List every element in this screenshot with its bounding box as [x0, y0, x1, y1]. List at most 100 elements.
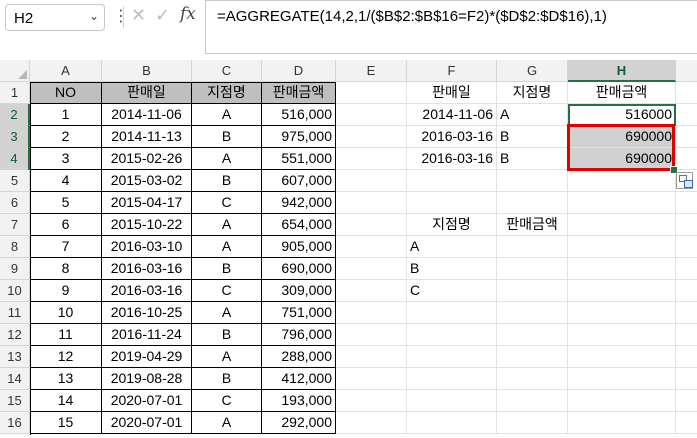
- table-cell[interactable]: 607,000: [262, 170, 336, 192]
- row-header-7[interactable]: 7: [0, 214, 30, 236]
- grid-cell[interactable]: [676, 82, 697, 104]
- table-cell[interactable]: 690,000: [262, 258, 336, 280]
- column-header-a[interactable]: A: [30, 60, 102, 82]
- name-box-value[interactable]: H2: [14, 10, 33, 27]
- lookup-cell[interactable]: 2016-03-16: [407, 148, 497, 170]
- check-icon[interactable]: ✓: [155, 5, 170, 26]
- table-cell[interactable]: 975,000: [262, 126, 336, 148]
- grid-cell[interactable]: [336, 302, 407, 324]
- grid-cell[interactable]: [676, 346, 697, 368]
- grid-cell[interactable]: [568, 236, 676, 258]
- grid-cell[interactable]: [497, 324, 568, 346]
- table-cell[interactable]: 292,000: [262, 412, 336, 434]
- table-cell[interactable]: 751,000: [262, 302, 336, 324]
- column-header-d[interactable]: D: [262, 60, 336, 82]
- grid-cell[interactable]: [336, 236, 407, 258]
- table-cell[interactable]: 2019-08-28: [102, 368, 192, 390]
- row-header-6[interactable]: 6: [0, 192, 30, 214]
- grid-cell[interactable]: [336, 214, 407, 236]
- table-cell[interactable]: A: [192, 214, 262, 236]
- table-cell[interactable]: 8: [30, 258, 102, 280]
- table-cell[interactable]: 2015-04-17: [102, 192, 192, 214]
- grid-cell[interactable]: [336, 346, 407, 368]
- grid-cell[interactable]: [336, 324, 407, 346]
- grid-cell[interactable]: [568, 412, 676, 434]
- grid-cell[interactable]: [407, 324, 497, 346]
- grid-cell[interactable]: [497, 280, 568, 302]
- table-cell[interactable]: 905,000: [262, 236, 336, 258]
- grid-cell[interactable]: [336, 368, 407, 390]
- table-cell[interactable]: C: [192, 280, 262, 302]
- grid-cell[interactable]: [676, 258, 697, 280]
- table-cell[interactable]: B: [192, 126, 262, 148]
- table-cell[interactable]: 1: [30, 104, 102, 126]
- row-header-1[interactable]: 1: [0, 82, 30, 104]
- row-header-2[interactable]: 2: [0, 104, 30, 126]
- grid-cell[interactable]: [676, 280, 697, 302]
- summary-header-cell[interactable]: 판매금액: [497, 214, 568, 236]
- summary-branch-cell[interactable]: A: [407, 236, 497, 258]
- table-cell[interactable]: 13: [30, 368, 102, 390]
- table-cell[interactable]: 2016-03-16: [102, 258, 192, 280]
- grid-cell[interactable]: [676, 368, 697, 390]
- lookup-header-cell[interactable]: 지점명: [497, 82, 568, 104]
- table-cell[interactable]: 2014-11-13: [102, 126, 192, 148]
- grid-cell[interactable]: [568, 302, 676, 324]
- table-cell[interactable]: C: [192, 390, 262, 412]
- grid-cell[interactable]: [497, 346, 568, 368]
- grid-cell[interactable]: [336, 390, 407, 412]
- grid-cell[interactable]: [336, 104, 407, 126]
- grid-cell[interactable]: [676, 192, 697, 214]
- row-header-15[interactable]: 15: [0, 390, 30, 412]
- grid-cell[interactable]: [497, 390, 568, 412]
- grid-cell[interactable]: [676, 390, 697, 412]
- table-cell[interactable]: 12: [30, 346, 102, 368]
- table-cell[interactable]: 2016-03-10: [102, 236, 192, 258]
- table-cell[interactable]: 2014-11-06: [102, 104, 192, 126]
- row-header-9[interactable]: 9: [0, 258, 30, 280]
- grid-cell[interactable]: [407, 390, 497, 412]
- row-header-8[interactable]: 8: [0, 236, 30, 258]
- table-cell[interactable]: A: [192, 412, 262, 434]
- result-cell[interactable]: 690000: [568, 148, 676, 170]
- formula-input[interactable]: =AGGREGATE(14,2,1/($B$2:$B$16=F2)*($D$2:…: [205, 0, 697, 54]
- lookup-header-cell[interactable]: 판매일: [407, 82, 497, 104]
- lookup-cell[interactable]: 2016-03-16: [407, 126, 497, 148]
- table-cell[interactable]: 2: [30, 126, 102, 148]
- table-header-cell[interactable]: 판매일: [102, 82, 192, 104]
- table-cell[interactable]: A: [192, 236, 262, 258]
- grid-cell[interactable]: [568, 192, 676, 214]
- table-cell[interactable]: 9: [30, 280, 102, 302]
- grid-cell[interactable]: [336, 170, 407, 192]
- grid-cell[interactable]: [568, 170, 676, 192]
- grid-cell[interactable]: [407, 368, 497, 390]
- lookup-cell[interactable]: 2014-11-06: [407, 104, 497, 126]
- table-cell[interactable]: 551,000: [262, 148, 336, 170]
- table-cell[interactable]: A: [192, 302, 262, 324]
- table-cell[interactable]: 309,000: [262, 280, 336, 302]
- grid-cell[interactable]: [676, 236, 697, 258]
- table-cell[interactable]: 2020-07-01: [102, 390, 192, 412]
- formula-text[interactable]: =AGGREGATE(14,2,1/($B$2:$B$16=F2)*($D$2:…: [217, 8, 607, 25]
- grid-cell[interactable]: [568, 324, 676, 346]
- table-cell[interactable]: 6: [30, 214, 102, 236]
- summary-branch-cell[interactable]: C: [407, 280, 497, 302]
- grid-cell[interactable]: [676, 214, 697, 236]
- table-cell[interactable]: A: [192, 148, 262, 170]
- grid-cell[interactable]: [568, 280, 676, 302]
- table-cell[interactable]: 2016-03-16: [102, 280, 192, 302]
- grid-cell[interactable]: [336, 412, 407, 434]
- grid-cell[interactable]: [407, 302, 497, 324]
- grid-cell[interactable]: [497, 170, 568, 192]
- table-cell[interactable]: 2016-10-25: [102, 302, 192, 324]
- table-cell[interactable]: 15: [30, 412, 102, 434]
- column-header-b[interactable]: B: [102, 60, 192, 82]
- cancel-icon[interactable]: ✕: [131, 5, 146, 26]
- table-header-cell[interactable]: NO: [30, 82, 102, 104]
- table-cell[interactable]: 2020-07-01: [102, 412, 192, 434]
- column-header-c[interactable]: C: [192, 60, 262, 82]
- more-icon[interactable]: ⋮: [113, 6, 129, 26]
- grid-cell[interactable]: [336, 126, 407, 148]
- grid-cell[interactable]: [497, 368, 568, 390]
- column-header-g[interactable]: G: [497, 60, 568, 82]
